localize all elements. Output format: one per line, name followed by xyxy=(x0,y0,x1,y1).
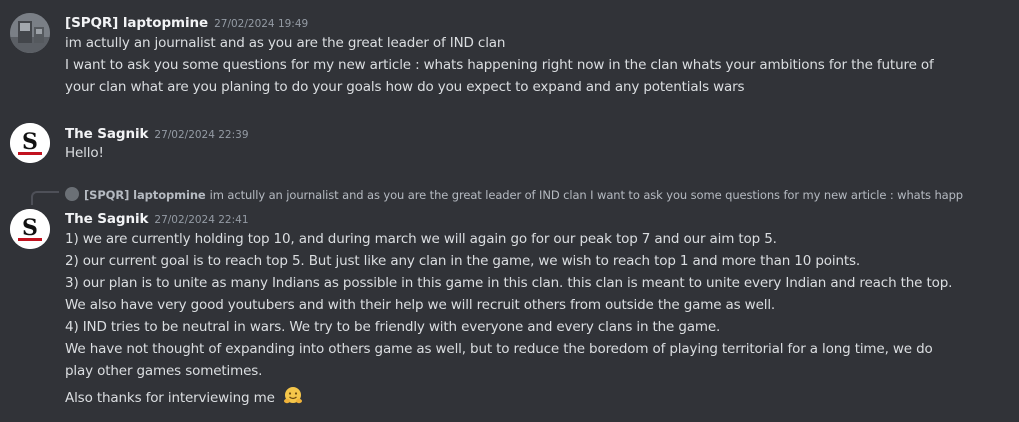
sagnik-logo-icon: S xyxy=(10,209,50,249)
message-line: 4) IND tries to be neutral in wars. We t… xyxy=(65,319,721,335)
message-text: Also thanks for interviewing me xyxy=(65,390,275,406)
message-line: 3) our plan is to unite as many Indians … xyxy=(65,275,953,291)
message-line: We have not thought of expanding into ot… xyxy=(65,341,933,357)
author-name[interactable]: The Sagnik xyxy=(65,211,148,227)
message-line-last: Also thanks for interviewing me xyxy=(65,386,303,408)
avatar[interactable]: S xyxy=(10,209,50,249)
message-timestamp[interactable]: 27/02/2024 22:41 xyxy=(154,214,248,226)
svg-text:S: S xyxy=(22,215,38,241)
message-line: 1) we are currently holding top 10, and … xyxy=(65,231,777,247)
message-sagnik-reply: S The Sagnik 27/02/2024 22:41 1) we are c… xyxy=(0,0,1019,422)
message-line: play other games sometimes. xyxy=(65,363,263,379)
hugging-face-emoji-icon[interactable] xyxy=(283,386,303,406)
message-line: 2) our current goal is to reach top 5. B… xyxy=(65,253,861,269)
message-line: We also have very good youtubers and wit… xyxy=(65,297,776,313)
